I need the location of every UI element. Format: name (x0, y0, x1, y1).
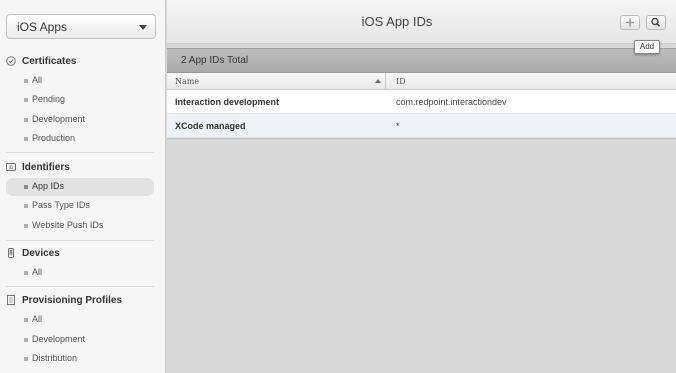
column-header-name[interactable]: Name (175, 77, 199, 86)
device-icon (8, 248, 14, 258)
bullet-icon (24, 318, 28, 322)
column-header-id[interactable]: ID (396, 77, 406, 86)
add-button[interactable] (620, 15, 640, 30)
sidebar-item-label: Development (32, 114, 86, 124)
sidebar-item-profiles-distribution[interactable]: Distribution (6, 350, 154, 368)
svg-text:ID: ID (9, 165, 14, 171)
chevron-down-icon (139, 25, 147, 30)
table-row[interactable]: Interaction development com.redpoint.int… (167, 90, 676, 114)
section-title: Devices (22, 248, 60, 259)
platform-select-label: iOS Apps (17, 20, 68, 34)
app-id-identifier: com.redpoint.interactiondev (396, 97, 507, 107)
app-id-name: XCode managed (175, 121, 246, 131)
sidebar-item-certificates-pending[interactable]: Pending (6, 91, 154, 109)
bullet-icon (24, 79, 28, 83)
add-tooltip: Add (634, 40, 660, 54)
sidebar-item-label: Pass Type IDs (32, 200, 90, 210)
sidebar-item-label: Pending (32, 94, 66, 104)
bullet-icon (24, 204, 28, 208)
sidebar-item-profiles-all[interactable]: All (6, 311, 154, 329)
document-icon (7, 295, 15, 305)
bullet-icon (24, 118, 28, 122)
bullet-icon (24, 357, 28, 361)
sidebar-item-pass-type-ids[interactable]: Pass Type IDs (6, 197, 154, 215)
sidebar-item-label: Development (32, 334, 86, 344)
section-devices: Devices (0, 245, 165, 263)
section-divider (6, 152, 154, 153)
bullet-icon (24, 271, 28, 275)
sidebar-item-label: All (32, 75, 43, 85)
page-title: iOS App IDs (361, 14, 433, 29)
sidebar-item-label: All (32, 314, 43, 324)
sidebar-item-label: Distribution (32, 353, 78, 363)
bullet-icon (24, 98, 28, 102)
sidebar-item-label: App IDs (32, 181, 65, 191)
sort-ascending-icon[interactable] (375, 79, 381, 83)
sidebar: iOS Apps Certificates All Pending Develo… (0, 0, 166, 373)
column-separator (385, 73, 386, 90)
plus-icon (626, 18, 634, 27)
app-id-identifier: * (396, 121, 400, 131)
sidebar-item-certificates-all[interactable]: All (6, 72, 154, 90)
bullet-icon (24, 224, 28, 228)
section-divider (6, 286, 154, 287)
bullet-icon (24, 338, 28, 342)
section-provisioning-profiles: Provisioning Profiles (0, 292, 165, 310)
sidebar-item-devices-all[interactable]: All (6, 264, 154, 282)
platform-select[interactable]: iOS Apps (6, 14, 156, 39)
sidebar-item-app-ids[interactable]: App IDs (6, 178, 154, 196)
sidebar-item-profiles-development[interactable]: Development (6, 331, 154, 349)
app-ids-table: Name ID Interaction development com.redp… (167, 73, 676, 140)
table-row[interactable]: XCode managed * (167, 114, 676, 138)
app-id-name: Interaction development (175, 97, 280, 107)
id-icon: ID (6, 163, 16, 171)
summary-bar: 2 App IDs Total (167, 48, 676, 73)
section-identifiers: ID Identifiers (0, 159, 165, 177)
sidebar-item-label: All (32, 267, 43, 277)
sidebar-item-label: Production (32, 133, 76, 143)
summary-count: 2 App IDs Total (181, 55, 249, 66)
section-title: Provisioning Profiles (22, 295, 123, 306)
table-header: Name ID (167, 73, 676, 90)
header-bar: iOS App IDs (167, 0, 676, 44)
sidebar-item-website-push-ids[interactable]: Website Push IDs (6, 217, 154, 235)
sidebar-item-certificates-development[interactable]: Development (6, 111, 154, 129)
sidebar-item-certificates-production[interactable]: Production (6, 130, 154, 148)
search-icon (651, 17, 661, 27)
bullet-icon (24, 185, 28, 189)
search-button[interactable] (646, 15, 666, 30)
section-certificates: Certificates (0, 53, 165, 71)
bullet-icon (24, 137, 28, 141)
table-shadow (167, 138, 676, 140)
certificate-icon (6, 56, 16, 66)
sidebar-item-label: Website Push IDs (32, 220, 104, 230)
section-divider (6, 240, 154, 241)
section-title: Identifiers (22, 162, 70, 173)
section-title: Certificates (22, 56, 77, 67)
